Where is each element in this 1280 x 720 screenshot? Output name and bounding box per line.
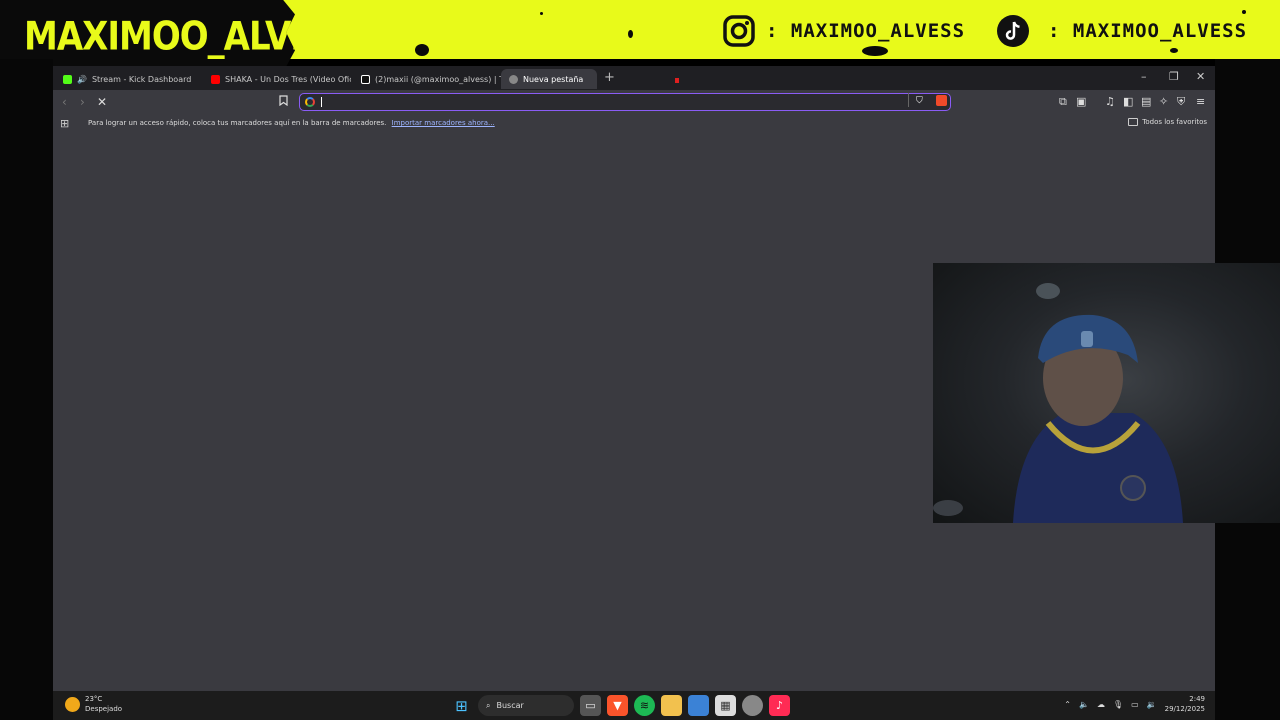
paint-splat — [415, 44, 429, 56]
chevron-up-icon[interactable]: ⌃ — [1064, 700, 1071, 709]
all-favorites-label: Todos los favoritos — [1142, 118, 1207, 126]
apps-grid-icon[interactable]: ⊞ — [60, 117, 69, 130]
sidebar-icon[interactable]: ◧ — [1123, 95, 1133, 108]
minimize-button[interactable]: – — [1141, 70, 1147, 83]
bookmark-icon[interactable] — [279, 95, 288, 109]
start-button[interactable]: ⊞ — [451, 695, 472, 716]
forward-button[interactable]: › — [80, 95, 85, 109]
webcam-person-image — [933, 283, 1183, 523]
google-icon — [305, 97, 315, 107]
menu-icon[interactable]: ≡ — [1196, 95, 1205, 108]
weather-text: 23°C Despejado — [85, 694, 122, 714]
tiktok-handle: : MAXIMOO_ALVESS — [1048, 20, 1248, 42]
tab-label: (2)maxii (@maximoo_alvess) | TikTok — [375, 74, 501, 84]
store-icon[interactable]: ▦ — [715, 695, 736, 716]
taskbar-search[interactable]: ⌕ Buscar — [478, 695, 574, 716]
sun-icon — [65, 696, 80, 712]
stop-loading-button[interactable]: ✕ — [97, 95, 107, 109]
instagram-icon — [722, 14, 756, 48]
tab-label: SHAKA - Un Dos Tres (Video Oficial) — [225, 74, 351, 84]
restore-button[interactable]: ❐ — [1169, 70, 1179, 83]
microphone-icon[interactable]: 🎙 — [1113, 700, 1123, 709]
close-window-button[interactable]: ✕ — [1196, 70, 1205, 83]
weather-condition: Despejado — [85, 705, 123, 713]
mouse-cursor — [675, 78, 679, 83]
paint-splat — [1170, 48, 1178, 53]
tiktok-app-icon[interactable]: ♪ — [769, 695, 790, 716]
speaker-icon: 🔊 — [77, 74, 87, 84]
brave-rewards-icon[interactable] — [936, 95, 947, 106]
browser-toolbar: ‹ › ✕ ⛉ ⧉ ▣ ♫ ◧ ▤ ✧ ⛨ ≡ — [53, 90, 1215, 114]
tiktok-favicon-icon — [361, 74, 370, 84]
tab-label: Nueva pestaña — [523, 74, 584, 84]
clock-time: 2:49 — [1189, 695, 1205, 703]
youtube-icon — [211, 74, 220, 84]
back-button[interactable]: ‹ — [62, 95, 67, 109]
search-label: Buscar — [496, 701, 524, 710]
cloud-icon[interactable]: ☁ — [1097, 700, 1105, 709]
network-icon[interactable]: ▭ — [1131, 700, 1139, 709]
tab-youtube-video[interactable]: SHAKA - Un Dos Tres (Video Oficial) — [203, 69, 351, 89]
address-bar[interactable]: ⛉ — [299, 93, 951, 111]
speaker-icon[interactable]: 🔉 — [1147, 700, 1157, 709]
paint-splat — [540, 12, 543, 15]
instagram-handle-group: : MAXIMOO_ALVESS — [722, 14, 965, 48]
tab-new-tab[interactable]: Nueva pestaña ✕ — [501, 69, 597, 89]
bookmarks-message: Para lograr un acceso rápido, coloca tus… — [88, 119, 387, 127]
file-explorer-icon[interactable] — [661, 695, 682, 716]
bookmarks-bar: ⊞ Para lograr un acceso rápido, coloca t… — [53, 114, 1215, 132]
tab-bar: 🔊 Stream - Kick Dashboard SHAKA - Un Dos… — [53, 66, 1215, 90]
media-icon[interactable]: ♫ — [1105, 95, 1115, 108]
system-tray: ⌃ 🔈 ☁ 🎙 ▭ 🔉 2:49 29/12/2025 — [1064, 694, 1205, 714]
volume-mixer-icon[interactable]: 🔈 — [1079, 700, 1089, 709]
extensions-icon[interactable]: ⧉ — [1059, 95, 1067, 109]
text-caret — [321, 97, 322, 107]
obs-icon[interactable] — [742, 695, 763, 716]
weather-temp: 23°C — [85, 695, 103, 703]
taskbar: 23°C Despejado ⊞ ⌕ Buscar ▭ ▼ ≋ ▦ ♪ ⌃ 🔈 … — [53, 691, 1215, 720]
wallet-icon[interactable]: ▤ — [1141, 95, 1151, 108]
brave-shield-icon[interactable]: ⛉ — [916, 96, 923, 106]
search-icon: ⌕ — [486, 700, 491, 710]
translate-icon[interactable]: ▣ — [1076, 95, 1086, 108]
tiktok-handle-group: : MAXIMOO_ALVESS — [996, 14, 1247, 48]
webcam-feed — [933, 263, 1280, 523]
folder-icon — [1128, 118, 1139, 126]
instagram-handle: : MAXIMOO_ALVESS — [766, 20, 966, 42]
new-tab-icon — [509, 74, 518, 84]
left-background — [0, 59, 53, 720]
bookmarks-hint: Para lograr un acceso rápido, coloca tus… — [88, 119, 495, 127]
tab-kick-dashboard[interactable]: 🔊 Stream - Kick Dashboard — [55, 69, 203, 89]
all-favorites-button[interactable]: Todos los favoritos — [1128, 118, 1207, 126]
vpn-icon[interactable]: ⛨ — [1177, 95, 1185, 109]
kick-icon — [63, 74, 72, 84]
close-tab-icon[interactable]: ✕ — [596, 74, 597, 84]
clock[interactable]: 2:49 29/12/2025 — [1165, 694, 1205, 714]
tiktok-icon — [996, 14, 1030, 48]
paint-splat — [628, 30, 633, 38]
tab-label: Stream - Kick Dashboard — [91, 74, 192, 84]
clock-date: 29/12/2025 — [1164, 705, 1205, 713]
tab-tiktok[interactable]: (2)maxii (@maximoo_alvess) | TikTok — [353, 69, 501, 89]
taskbar-apps: ⊞ ⌕ Buscar ▭ ▼ ≋ ▦ ♪ — [451, 695, 790, 716]
task-view-icon[interactable]: ▭ — [580, 695, 601, 716]
brave-browser-icon[interactable]: ▼ — [607, 695, 628, 716]
new-tab-button[interactable]: + — [604, 70, 615, 85]
spotify-icon[interactable]: ≋ — [634, 695, 655, 716]
weather-widget[interactable]: 23°C Despejado — [65, 694, 122, 714]
import-bookmarks-link[interactable]: Importar marcadores ahora... — [392, 119, 495, 127]
photos-icon[interactable] — [688, 695, 709, 716]
leo-ai-icon[interactable]: ✧ — [1159, 95, 1168, 108]
omnibox-divider — [908, 93, 909, 107]
